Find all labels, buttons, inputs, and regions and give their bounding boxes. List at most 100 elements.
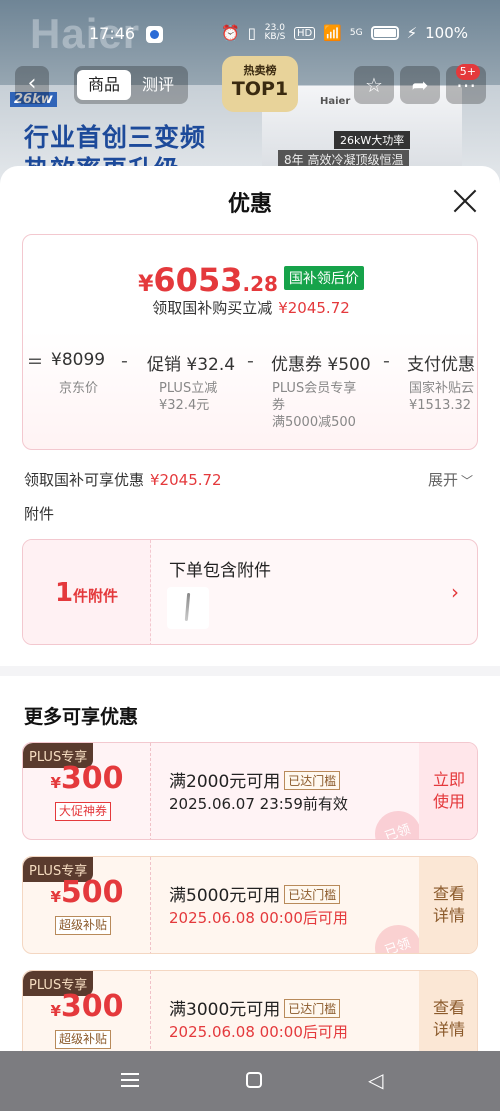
battery-icon: [370, 26, 399, 40]
section-divider: [0, 666, 500, 676]
coupon-amount: ¥300: [23, 761, 151, 796]
expand-label: 展开: [428, 471, 459, 489]
coupon-currency: ¥: [50, 774, 61, 792]
op-minus-coupon: -: [247, 350, 254, 372]
subtitle-amount: ¥2045.72: [278, 299, 350, 317]
coupon-amount: ¥500: [23, 875, 151, 910]
close-icon[interactable]: [452, 188, 478, 214]
promo-value: 促销 ¥32.4: [147, 355, 236, 375]
battery-level: 100%: [425, 24, 468, 42]
chevron-right-icon: ›: [451, 580, 459, 604]
coupon-condition: 满5000元可用 已达门槛: [169, 881, 341, 906]
coupon-kind: 大促神券: [55, 802, 112, 821]
coupon-currency: ¥: [50, 1002, 61, 1020]
coupon-amount: ¥300: [23, 989, 151, 1024]
coupon-value-area: PLUS专享 ¥300 大促神券: [23, 743, 151, 839]
coupon-kind: 超级补贴: [55, 1030, 112, 1049]
star-icon[interactable]: ☆: [354, 66, 394, 104]
alarm-icon: ⏰: [220, 24, 240, 42]
coupon-value-area: PLUS专享 ¥300 超级补贴: [23, 971, 151, 1051]
attachment-count: 1件附件: [23, 540, 151, 644]
price-breakdown: = ¥8099 京东价 - 促销 ¥32.4 PLUS立减 ¥32.4元 - 优…: [23, 350, 477, 430]
promo-label: PLUS立减 ¥32.4元: [159, 381, 218, 413]
attachments-heading: 附件: [24, 505, 55, 523]
chevron-down-icon: ﹀: [461, 474, 474, 488]
coupon-card: PLUS专享 ¥300 超级补贴 满3000元可用 已达门槛 2025.06.08…: [22, 970, 478, 1051]
back-icon[interactable]: ‹: [15, 66, 49, 104]
coupon-condition-text: 满3000元可用: [169, 1000, 281, 1020]
share-icon[interactable]: ➦: [400, 66, 440, 104]
view-details-button[interactable]: 查看 详情: [419, 971, 477, 1051]
home-icon[interactable]: [246, 1072, 262, 1088]
coupon-validity: 2025.06.08 00:00后可用: [169, 1023, 348, 1041]
app-notification-icon: [146, 26, 163, 43]
view-details-button[interactable]: 查看 详情: [419, 857, 477, 953]
coupon-card: PLUS专享 ¥500 超级补贴 满5000元可用 已达门槛 2025.06.08…: [22, 856, 478, 954]
network-speed: 23.0 KB/S: [264, 23, 286, 42]
price-integer: 6053: [153, 261, 243, 299]
coupon-amount-value: 300: [60, 989, 124, 1024]
attachment-count-unit: 件附件: [73, 587, 119, 605]
nav-back-icon[interactable]: ◁: [368, 1070, 383, 1090]
subtitle-text: 领取国补购买立减: [152, 299, 273, 317]
vibrate-icon: ▯: [247, 24, 256, 42]
subsidy-discount-row: 领取国补可享优惠 ¥2045.72: [24, 469, 222, 490]
attachment-thumbnail: [167, 587, 209, 629]
coupon-amount-value: 500: [60, 875, 124, 910]
sheet-title: 优惠: [227, 192, 272, 217]
status-time: 17:46: [89, 24, 136, 43]
threshold-tag: 已达门槛: [284, 885, 341, 904]
coupon-amount-value: 300: [60, 761, 124, 796]
coupon-value-area: PLUS专享 ¥500 超级补贴: [23, 857, 151, 953]
coupon-currency: ¥: [50, 888, 61, 906]
top-actions: ☆ ➦ ⋯ 5+: [354, 64, 490, 104]
message-badge: 5+: [455, 64, 480, 80]
product-tabs: 商品 测评: [74, 66, 188, 104]
hd-icon: HD: [293, 26, 316, 40]
attachment-title: 下单包含附件: [169, 561, 271, 581]
final-price: ¥6053.28 国补领后价: [23, 261, 477, 301]
op-minus-pay: -: [383, 350, 390, 372]
signal-icon: 5G: [349, 27, 363, 38]
coupon-kind: 超级补贴: [55, 916, 112, 935]
op-minus-promo: -: [121, 350, 128, 372]
coupon-condition: 满2000元可用 已达门槛: [169, 767, 341, 792]
status-bar: 17:46 ⏰ ▯ 23.0 KB/S HD 📶 5G ⚡ 100%: [0, 14, 500, 50]
op-equals: =: [27, 350, 43, 372]
use-now-button[interactable]: 立即 使用: [419, 743, 477, 839]
tab-product[interactable]: 商品: [77, 70, 131, 100]
threshold-tag: 已达门槛: [284, 771, 341, 790]
subsidy-discount-label: 领取国补可享优惠: [24, 471, 145, 489]
subsidy-price-tag: 国补领后价: [283, 266, 364, 290]
banner-headline-1: 行业首创三变频: [24, 123, 207, 152]
price-currency: ¥: [138, 272, 154, 297]
coupon-value: 优惠券 ¥500: [271, 355, 371, 375]
coupon-card: PLUS专享 ¥300 大促神券 满2000元可用 已达门槛 2025.06.07…: [22, 742, 478, 840]
discount-sheet: 优惠 ¥6053.28 国补领后价 领取国补购买立减 ¥2045.72 = ¥809…: [0, 166, 500, 1051]
threshold-tag: 已达门槛: [284, 999, 341, 1018]
recent-apps-icon[interactable]: [121, 1073, 139, 1087]
pay-discount-value: 支付优惠: [407, 355, 475, 375]
price-decimal: .28: [242, 272, 278, 296]
price-subtitle: 领取国补购买立减 ¥2045.72: [23, 297, 477, 318]
jd-price-label: 京东价: [59, 381, 99, 396]
coupon-validity: 2025.06.07 23:59前有效: [169, 795, 348, 813]
price-card: ¥6053.28 国补领后价 领取国补购买立减 ¥2045.72 = ¥8099 京…: [22, 234, 478, 450]
attachments-card[interactable]: 1件附件 下单包含附件 ›: [22, 539, 478, 645]
coupon-validity: 2025.06.08 00:00后可用: [169, 909, 348, 927]
pay-discount-label: 国家补贴云 ¥1513.32: [409, 381, 475, 413]
expand-button[interactable]: 展开 ﹀: [428, 469, 473, 490]
system-nav-bar: ◁: [0, 1051, 500, 1111]
subsidy-discount-amount: ¥2045.72: [150, 471, 222, 489]
more-offers-title: 更多可享优惠: [24, 706, 139, 728]
product-top-bar: ‹ 商品 测评 ☆ ➦ ⋯ 5+: [0, 64, 500, 106]
coupon-label: PLUS会员专享 券 满5000减500: [272, 381, 357, 430]
coupon-condition-text: 满5000元可用: [169, 886, 281, 906]
attachment-count-number: 1: [54, 578, 74, 608]
tab-review[interactable]: 测评: [131, 70, 185, 100]
more-icon[interactable]: ⋯ 5+: [446, 64, 486, 104]
feature-tag: 26kW大功率: [334, 131, 411, 149]
wifi-icon: 📶: [323, 24, 342, 42]
coupon-condition: 满3000元可用 已达门槛: [169, 995, 341, 1020]
jd-price-value: ¥8099: [51, 350, 106, 370]
